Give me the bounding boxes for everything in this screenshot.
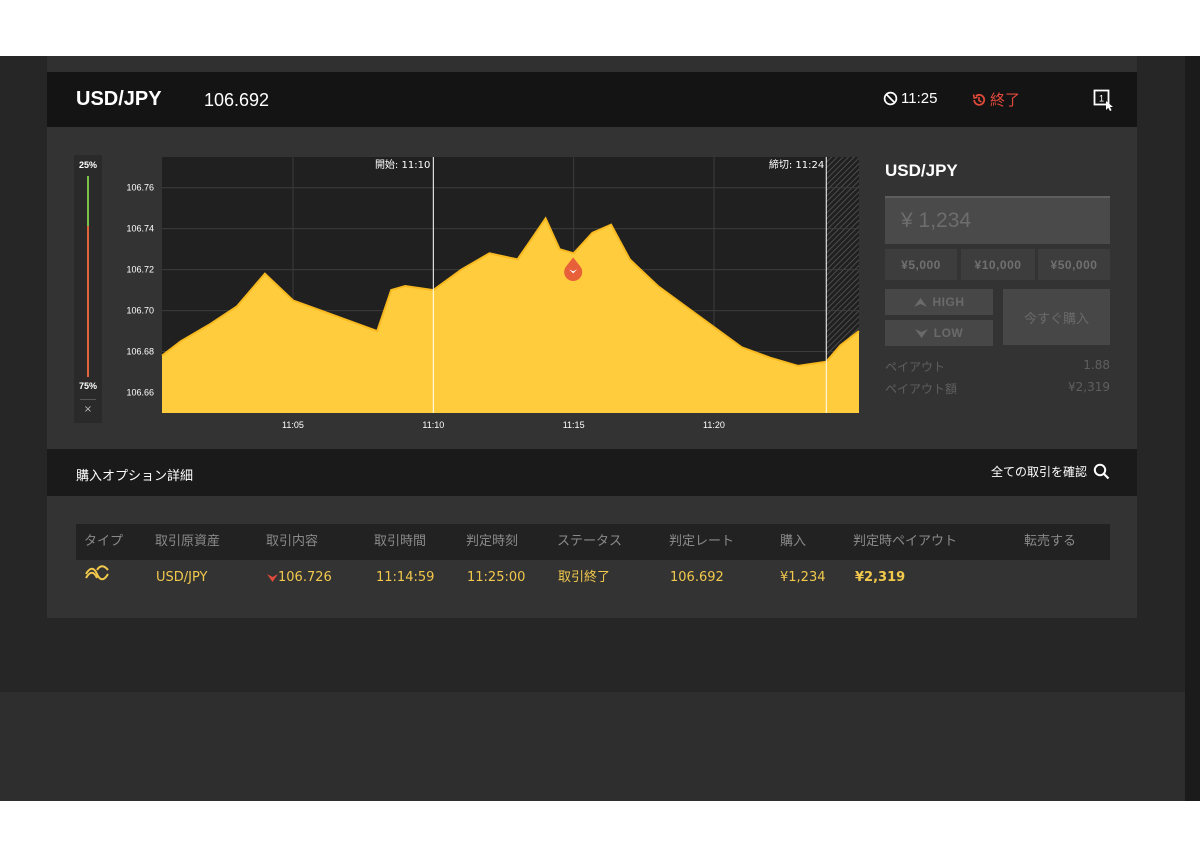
row-asset: USD/JPY xyxy=(156,570,208,585)
clock-off-icon xyxy=(883,91,898,106)
single-window-button[interactable]: 1 xyxy=(1093,89,1115,115)
gauge-low-percent: 75% xyxy=(78,381,97,391)
row-trade-time: 11:14:59 xyxy=(376,570,435,585)
gauge-high-percent: 25% xyxy=(78,160,97,170)
y-tick-label: 106.68 xyxy=(126,347,154,357)
row-status: 取引終了 xyxy=(558,570,611,585)
view-all-trades-link[interactable]: 全ての取引を確認 xyxy=(991,463,1110,480)
payout-value: 1.88 xyxy=(1083,358,1110,372)
x-tick-label: 11:05 xyxy=(282,420,304,430)
row-judge-time: 11:25:00 xyxy=(467,570,526,585)
current-price: 106.692 xyxy=(204,90,270,110)
window-one-icon: 1 xyxy=(1093,89,1113,111)
price-chart: 106.76 106.74 106.72 106.70 106.68 106.66 11:0… xyxy=(126,157,860,430)
high-arrow-icon xyxy=(913,297,927,307)
row-judge-rate: 106.692 xyxy=(670,570,724,585)
row-content: 106.726 xyxy=(267,560,332,596)
y-tick-label: 106.72 xyxy=(126,265,154,275)
round-time: 11:25 xyxy=(883,90,937,107)
col-asset: 取引原資産 xyxy=(155,534,221,549)
row-purchase: ¥1,234 xyxy=(780,570,826,585)
col-judge-time: 判定時刻 xyxy=(466,534,519,549)
trading-panel: USD/JPY 106.692 11:25 終了 1 25% 75% × 106… xyxy=(47,72,1137,618)
right-scroll-strip xyxy=(1185,56,1200,801)
y-tick-label: 106.76 xyxy=(126,183,154,193)
details-header: 購入オプション詳細 全ての取引を確認 xyxy=(47,449,1137,496)
col-trade-time: 取引時間 xyxy=(374,534,427,549)
payout-amount-value: ¥2,319 xyxy=(1068,380,1110,394)
x-tick-label: 11:15 xyxy=(563,420,585,430)
high-label: HIGH xyxy=(932,295,965,309)
history-icon xyxy=(972,93,986,106)
row-content-rate: 106.726 xyxy=(278,570,332,585)
col-payout: 判定時ペイアウト xyxy=(853,534,958,549)
round-time-label: 11:25 xyxy=(901,90,938,107)
table-header: タイプ 取引原資産 取引内容 取引時間 判定時刻 ステータス 判定レート 購入 … xyxy=(76,524,1110,560)
svg-text:1: 1 xyxy=(1099,94,1104,104)
buy-now-button[interactable]: 今すぐ購入 xyxy=(1003,289,1110,345)
low-button[interactable]: LOW xyxy=(885,320,993,346)
trade-symbol: USD/JPY xyxy=(885,161,958,180)
gauge-low-bar xyxy=(87,226,89,377)
gauge-divider xyxy=(80,399,96,400)
payout-row: ペイアウト 1.88 xyxy=(885,358,1110,375)
preset-5000-button[interactable]: ¥5,000 xyxy=(885,249,957,280)
panel-header: USD/JPY 106.692 11:25 終了 1 xyxy=(47,72,1137,127)
sentiment-gauge: 25% 75% × xyxy=(74,155,102,423)
page-background-lower xyxy=(0,692,1200,801)
payout-amount-label: ペイアウト額 xyxy=(885,382,958,396)
gauge-close-icon[interactable]: × xyxy=(74,404,102,415)
low-arrow-icon xyxy=(914,328,928,338)
y-tick-label: 106.70 xyxy=(126,306,154,316)
details-title: 購入オプション詳細 xyxy=(76,469,194,484)
x-tick-label: 11:10 xyxy=(422,420,444,430)
col-status: ステータス xyxy=(557,534,623,549)
col-content: 取引内容 xyxy=(266,534,319,549)
preset-10000-button[interactable]: ¥10,000 xyxy=(961,249,1035,280)
col-purchase: 購入 xyxy=(780,534,807,549)
payout-amount-row: ペイアウト額 ¥2,319 xyxy=(885,380,1110,397)
start-label: 開始: 11:10 xyxy=(375,158,430,171)
col-type: タイプ xyxy=(84,534,124,549)
gauge-high-bar xyxy=(87,176,89,226)
high-button[interactable]: HIGH xyxy=(885,289,993,315)
row-payout: ¥2,319 xyxy=(855,570,906,585)
top-strip xyxy=(47,56,1137,72)
round-status: 終了 xyxy=(971,89,1020,110)
high-low-type-icon xyxy=(84,562,110,598)
col-resell: 転売する xyxy=(1024,534,1077,549)
preset-50000-button[interactable]: ¥50,000 xyxy=(1038,249,1110,280)
y-tick-label: 106.66 xyxy=(126,388,154,398)
round-status-label: 終了 xyxy=(990,91,1021,109)
options-table: タイプ 取引原資産 取引内容 取引時間 判定時刻 ステータス 判定レート 購入 … xyxy=(76,524,1110,596)
x-tick-label: 11:20 xyxy=(703,420,725,430)
amount-input[interactable] xyxy=(885,196,1110,244)
low-label: LOW xyxy=(933,326,964,340)
col-judge-rate: 判定レート xyxy=(669,534,735,549)
y-tick-label: 106.74 xyxy=(126,224,154,234)
table-row[interactable]: USD/JPY 106.726 11:14:59 11:25:00 取引終了 1… xyxy=(76,560,1110,596)
low-direction-icon xyxy=(267,573,278,582)
payout-label: ペイアウト xyxy=(885,360,946,374)
end-label: 締切: 11:24 xyxy=(769,158,824,171)
view-all-label: 全ての取引を確認 xyxy=(990,465,1087,479)
asset-symbol: USD/JPY xyxy=(76,88,162,110)
search-icon xyxy=(1093,463,1110,480)
